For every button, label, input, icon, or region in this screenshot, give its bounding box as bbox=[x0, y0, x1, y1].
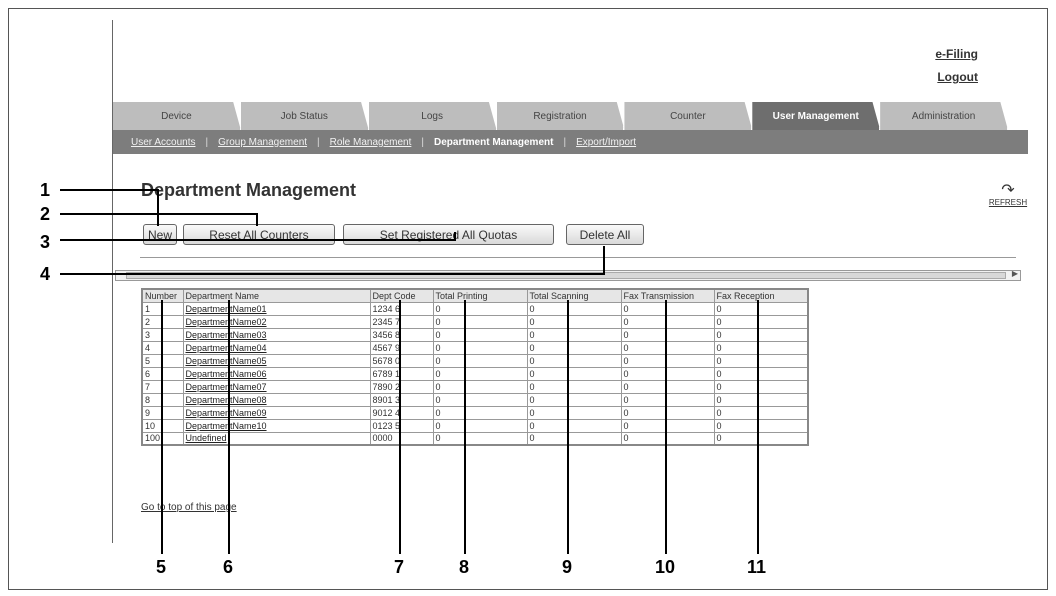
callout-3: 3 bbox=[40, 232, 51, 252]
callout-1: 1 bbox=[40, 180, 51, 200]
callout-2: 2 bbox=[40, 204, 51, 224]
callout-4: 4 bbox=[40, 264, 51, 284]
callout-7: 7 bbox=[394, 557, 405, 577]
callout-9: 9 bbox=[562, 557, 573, 577]
callout-line-3 bbox=[60, 232, 456, 241]
callout-line-1 bbox=[60, 189, 159, 226]
callout-lines bbox=[60, 189, 759, 554]
callout-line-4 bbox=[60, 246, 605, 275]
callout-11: 11 bbox=[747, 557, 767, 577]
callout-8: 8 bbox=[459, 557, 470, 577]
callout-5: 5 bbox=[156, 557, 167, 577]
callout-10: 10 bbox=[655, 557, 676, 577]
callout-6: 6 bbox=[223, 557, 234, 577]
